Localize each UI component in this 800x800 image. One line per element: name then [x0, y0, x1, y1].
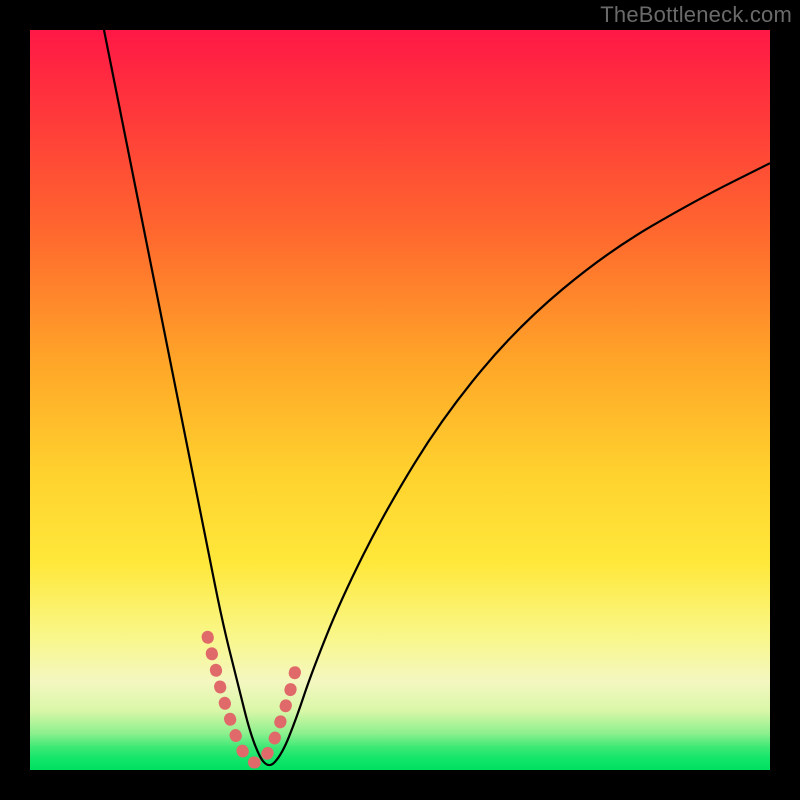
highlight-band	[208, 637, 297, 763]
chart-frame: TheBottleneck.com	[0, 0, 800, 800]
curve-svg	[30, 30, 770, 770]
plot-area	[30, 30, 770, 770]
watermark-text: TheBottleneck.com	[600, 2, 792, 28]
main-curve	[104, 30, 770, 765]
